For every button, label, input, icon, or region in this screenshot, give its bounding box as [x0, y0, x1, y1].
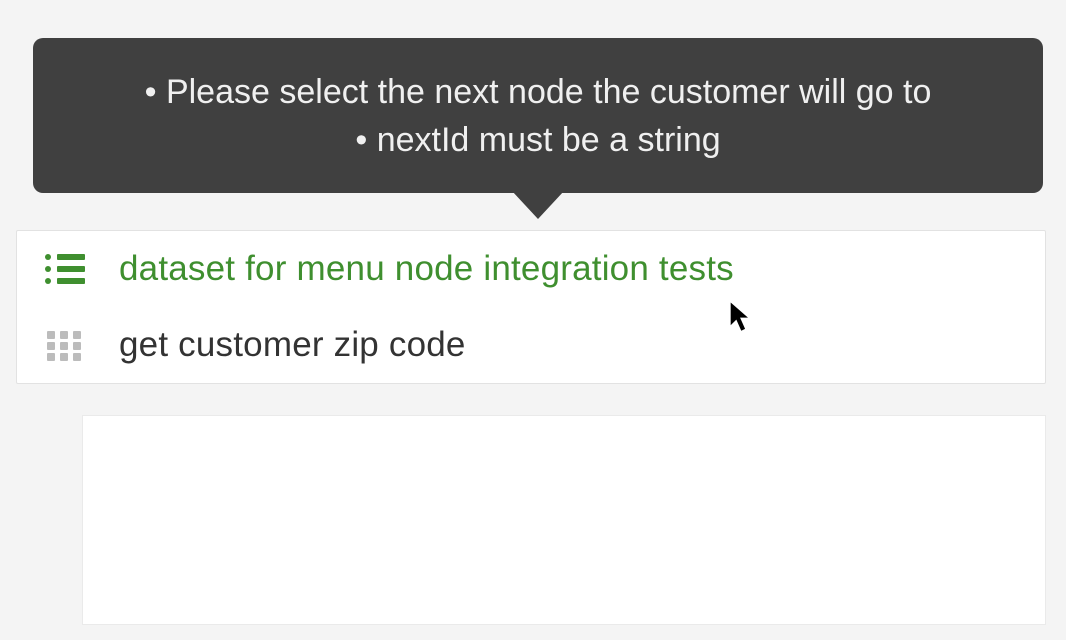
content-area	[82, 415, 1046, 625]
tooltip-arrow-icon	[512, 191, 564, 219]
node-item-label: dataset for menu node integration tests	[119, 249, 734, 289]
page-root: Please select the next node the customer…	[0, 0, 1066, 640]
tooltip-message: nextId must be a string	[355, 121, 720, 159]
node-item-dataset-menu-tests[interactable]: dataset for menu node integration tests	[17, 231, 1045, 307]
tooltip-message-list: Please select the next node the customer…	[73, 68, 1003, 165]
node-list-panel: dataset for menu node integration tests …	[16, 230, 1046, 384]
list-icon	[45, 252, 85, 286]
grid-icon	[45, 328, 85, 362]
tooltip-message: Please select the next node the customer…	[145, 73, 932, 111]
node-item-label: get customer zip code	[119, 325, 466, 365]
node-item-get-customer-zip[interactable]: get customer zip code	[17, 307, 1045, 383]
validation-tooltip: Please select the next node the customer…	[33, 38, 1043, 193]
